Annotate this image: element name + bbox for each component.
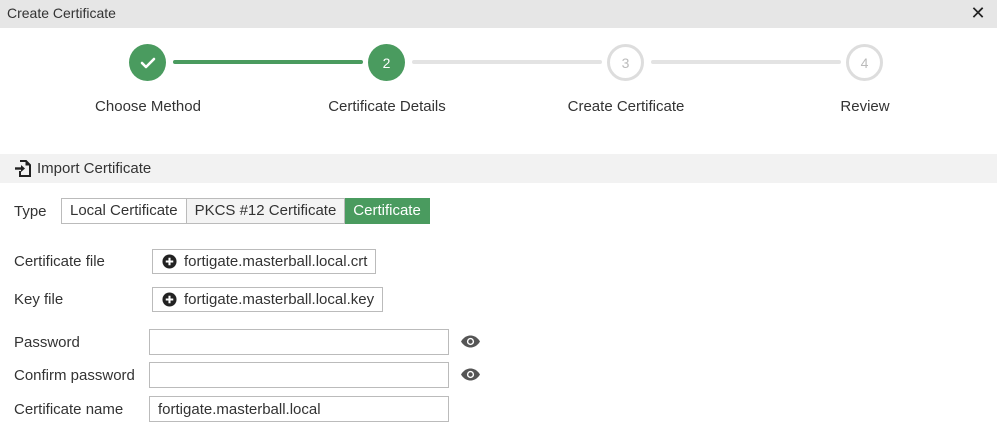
step-connector-1-2 [173, 60, 363, 64]
step-3-number: 3 [621, 54, 630, 71]
step-3-circle: 3 [607, 44, 644, 81]
step-2-circle: 2 [368, 44, 405, 81]
plus-circle-icon [162, 292, 177, 307]
password-label: Password [14, 334, 80, 351]
eye-icon[interactable] [460, 368, 481, 381]
dialog-titlebar: Create Certificate ✕ [0, 0, 997, 28]
section-title: Import Certificate [37, 160, 152, 177]
plus-circle-icon [162, 254, 177, 269]
step-connector-3-4 [651, 60, 841, 64]
confirm-password-label: Confirm password [14, 367, 135, 384]
certificate-file-label: Certificate file [14, 253, 105, 270]
step-connector-2-3 [412, 60, 602, 64]
type-option-pkcs12-certificate[interactable]: PKCS #12 Certificate [186, 198, 346, 224]
certificate-name-input[interactable] [149, 396, 449, 422]
dialog-title: Create Certificate [7, 5, 116, 21]
step-4-circle: 4 [846, 44, 883, 81]
step-4-label: Review [840, 98, 890, 115]
confirm-password-input[interactable] [149, 362, 449, 388]
wizard-stepper: 2 3 4 Choose Method Certificate Details … [0, 28, 997, 138]
step-3-label: Create Certificate [567, 98, 685, 115]
step-2-label: Certificate Details [328, 98, 446, 115]
import-certificate-section-header: Import Certificate [0, 154, 997, 183]
certificate-name-label: Certificate name [14, 401, 124, 418]
step-1-circle [129, 44, 166, 81]
key-file-name: fortigate.masterball.local.key [184, 291, 375, 308]
password-input[interactable] [149, 329, 449, 355]
type-label: Type [14, 203, 47, 220]
type-selector: Local Certificate PKCS #12 Certificate C… [61, 198, 430, 224]
close-icon[interactable]: ✕ [969, 3, 987, 23]
certificate-file-button[interactable]: fortigate.masterball.local.crt [152, 249, 377, 274]
certificate-file-name: fortigate.masterball.local.crt [184, 253, 368, 270]
step-1-label: Choose Method [95, 98, 201, 115]
key-file-label: Key file [14, 291, 64, 308]
checkmark-icon [140, 57, 155, 68]
eye-icon[interactable] [460, 335, 481, 348]
type-option-local-certificate[interactable]: Local Certificate [61, 198, 187, 224]
step-4-number: 4 [860, 54, 869, 71]
key-file-button[interactable]: fortigate.masterball.local.key [152, 287, 384, 312]
import-icon [15, 160, 31, 177]
step-2-number: 2 [382, 54, 391, 71]
type-option-certificate[interactable]: Certificate [345, 198, 430, 224]
